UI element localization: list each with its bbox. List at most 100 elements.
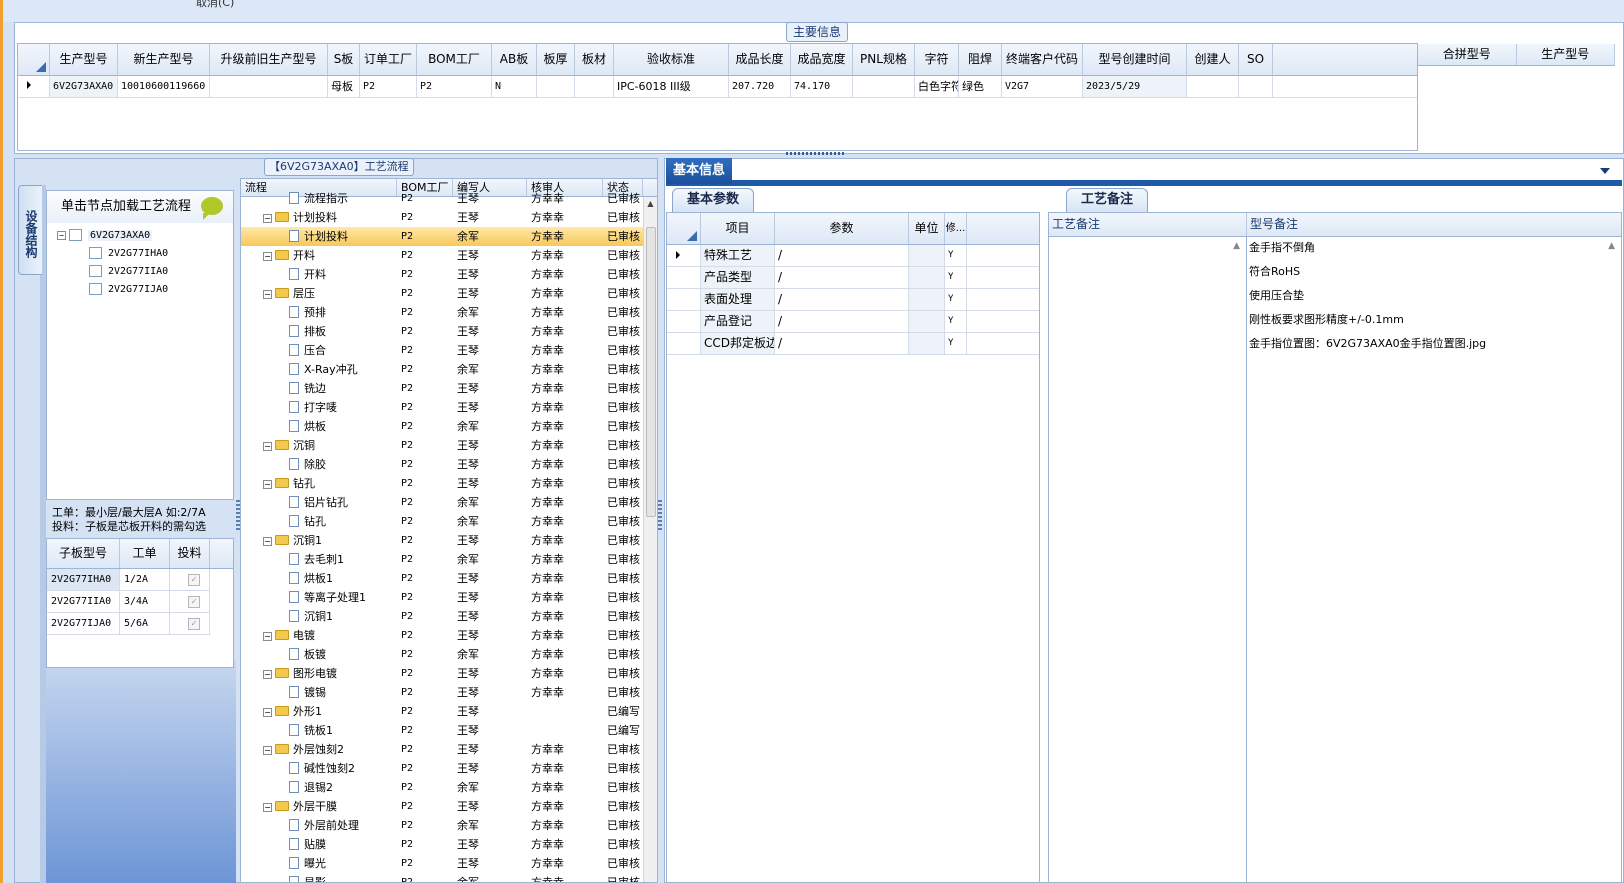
flow-bom-cell[interactable]: P2 bbox=[397, 474, 453, 493]
flow-name-cell[interactable]: X-Ray冲孔 bbox=[241, 360, 397, 379]
flow-reviewer-cell[interactable]: 方幸幸 bbox=[527, 360, 603, 379]
flow-reviewer-cell[interactable]: 方幸幸 bbox=[527, 740, 603, 759]
flow-status-cell[interactable]: 已审核 bbox=[603, 550, 643, 569]
sub-model-cell[interactable]: 2V2G77IHA0 bbox=[47, 569, 120, 591]
flow-bom-cell[interactable]: P2 bbox=[397, 854, 453, 873]
param-item-cell[interactable]: 特殊工艺 bbox=[701, 245, 775, 267]
param-row[interactable]: 特殊工艺 / Y bbox=[667, 245, 1039, 267]
flow-name-cell[interactable]: 烘板 bbox=[241, 417, 397, 436]
checkbox-icon[interactable] bbox=[69, 229, 82, 241]
flow-name-cell[interactable]: 打字唛 bbox=[241, 398, 397, 417]
tab-process-notes[interactable]: 工艺备注 bbox=[1066, 188, 1149, 212]
flow-bom-cell[interactable]: P2 bbox=[397, 398, 453, 417]
flow-reviewer-cell[interactable]: 方幸幸 bbox=[527, 683, 603, 702]
sub-model-cell[interactable]: 2V2G77IIA0 bbox=[47, 591, 120, 613]
param-item-cell[interactable]: 产品登记 bbox=[701, 311, 775, 333]
main-cell[interactable] bbox=[575, 76, 614, 98]
flow-reviewer-cell[interactable]: 方幸幸 bbox=[527, 208, 603, 227]
main-cell[interactable]: 10010600119660 bbox=[118, 76, 210, 98]
flow-status-cell[interactable]: 已编写 bbox=[603, 702, 643, 721]
flow-row[interactable]: − 图形电镀 P2 王琴 方幸幸 已审核 bbox=[241, 664, 657, 683]
flow-row[interactable]: 计划投料 P2 余军 方幸幸 已审核 bbox=[241, 227, 657, 246]
flow-status-cell[interactable]: 已审核 bbox=[603, 208, 643, 227]
param-unit-cell[interactable] bbox=[909, 333, 945, 355]
main-col-header[interactable]: 升级前旧生产型号 bbox=[210, 44, 328, 76]
flow-writer-cell[interactable]: 余军 bbox=[453, 493, 527, 512]
flow-row[interactable]: 铝片钻孔 P2 余军 方幸幸 已审核 bbox=[241, 493, 657, 512]
scroll-up-icon[interactable]: ▲ bbox=[644, 197, 657, 211]
flow-reviewer-cell[interactable]: 方幸幸 bbox=[527, 341, 603, 360]
flow-reviewer-cell[interactable]: 方幸幸 bbox=[527, 246, 603, 265]
flow-name-cell[interactable]: 等离子处理1 bbox=[241, 588, 397, 607]
flow-reviewer-cell[interactable]: 方幸幸 bbox=[527, 284, 603, 303]
flow-writer-cell[interactable]: 余军 bbox=[453, 227, 527, 246]
collapse-icon[interactable]: − bbox=[263, 441, 272, 451]
flow-name-cell[interactable]: 镀锡 bbox=[241, 683, 397, 702]
main-col-header[interactable]: 生产型号 bbox=[50, 44, 118, 76]
tree-root[interactable]: − 6V2G73AXA0 bbox=[57, 227, 233, 245]
flow-status-cell[interactable]: 已审核 bbox=[603, 417, 643, 436]
sub-check-cell[interactable]: ✓ bbox=[170, 613, 210, 635]
flow-bom-cell[interactable]: P2 bbox=[397, 550, 453, 569]
flow-writer-cell[interactable]: 王琴 bbox=[453, 683, 527, 702]
flow-row[interactable]: 退锡2 P2 余军 方幸幸 已审核 bbox=[241, 778, 657, 797]
param-value-cell[interactable]: / bbox=[775, 289, 909, 311]
flow-name-cell[interactable]: 排板 bbox=[241, 322, 397, 341]
flow-writer-cell[interactable]: 王琴 bbox=[453, 322, 527, 341]
tab-basic-info[interactable]: 基本信息 bbox=[666, 158, 732, 184]
main-info-row[interactable]: 6V2G73AXA0 10010600119660 母板 P2 P2 N IPC-6018 … bbox=[18, 76, 1417, 98]
flow-name-cell[interactable]: 压合 bbox=[241, 341, 397, 360]
flow-status-cell[interactable]: 已审核 bbox=[603, 455, 643, 474]
flow-row[interactable]: 等离子处理1 P2 王琴 方幸幸 已审核 bbox=[241, 588, 657, 607]
flow-reviewer-cell[interactable]: 方幸幸 bbox=[527, 265, 603, 284]
main-cell[interactable]: V2G7 bbox=[1002, 76, 1083, 98]
flow-status-cell[interactable]: 已审核 bbox=[603, 797, 643, 816]
flow-writer-cell[interactable]: 王琴 bbox=[453, 721, 527, 740]
flow-name-cell[interactable]: 铣边 bbox=[241, 379, 397, 398]
param-item-cell[interactable]: 表面处理 bbox=[701, 289, 775, 311]
param-row[interactable]: 产品登记 / Y bbox=[667, 311, 1039, 333]
flow-writer-cell[interactable]: 王琴 bbox=[453, 189, 527, 208]
flow-reviewer-cell[interactable]: 方幸幸 bbox=[527, 759, 603, 778]
main-cell[interactable]: P2 bbox=[417, 76, 492, 98]
flow-status-cell[interactable]: 已审核 bbox=[603, 531, 643, 550]
param-item-cell[interactable]: 产品类型 bbox=[701, 267, 775, 289]
flow-bom-cell[interactable]: P2 bbox=[397, 208, 453, 227]
row-indicator[interactable] bbox=[667, 333, 701, 355]
main-col-header[interactable]: 成品宽度 bbox=[791, 44, 853, 76]
flow-name-cell[interactable]: 钻孔 bbox=[241, 512, 397, 531]
flow-name-cell[interactable]: − 钻孔 bbox=[241, 474, 397, 493]
main-cell[interactable]: N bbox=[492, 76, 537, 98]
flow-row[interactable]: 沉铜1 P2 王琴 方幸幸 已审核 bbox=[241, 607, 657, 626]
flow-writer-cell[interactable]: 王琴 bbox=[453, 626, 527, 645]
sub-board-row[interactable]: 2V2G77IJA0 5/6A ✓ bbox=[47, 613, 233, 635]
flow-status-cell[interactable]: 已审核 bbox=[603, 284, 643, 303]
dropdown-arrow-icon[interactable] bbox=[1600, 168, 1610, 174]
tree-child[interactable]: 2V2G77IJA0 bbox=[57, 281, 233, 299]
main-col-header[interactable]: AB板 bbox=[492, 44, 537, 76]
param-mod-cell[interactable]: Y bbox=[945, 333, 967, 355]
flow-status-cell[interactable]: 已审核 bbox=[603, 246, 643, 265]
flow-reviewer-cell[interactable]: 方幸幸 bbox=[527, 379, 603, 398]
flow-reviewer-cell[interactable]: 方幸幸 bbox=[527, 417, 603, 436]
flow-reviewer-cell[interactable]: 方幸幸 bbox=[527, 398, 603, 417]
flow-writer-cell[interactable]: 余军 bbox=[453, 645, 527, 664]
flow-writer-cell[interactable]: 王琴 bbox=[453, 607, 527, 626]
param-col-header[interactable]: 修... bbox=[945, 213, 967, 244]
main-col-header[interactable]: 阻焊 bbox=[959, 44, 1002, 76]
flow-bom-cell[interactable]: P2 bbox=[397, 664, 453, 683]
main-cell[interactable]: 74.170 bbox=[791, 76, 853, 98]
param-mod-cell[interactable]: Y bbox=[945, 289, 967, 311]
flow-reviewer-cell[interactable]: 方幸幸 bbox=[527, 588, 603, 607]
collapse-icon[interactable]: − bbox=[263, 213, 272, 223]
main-col-header[interactable]: S板 bbox=[328, 44, 360, 76]
flow-name-cell[interactable]: − 沉铜1 bbox=[241, 531, 397, 550]
param-value-cell[interactable]: / bbox=[775, 333, 909, 355]
flow-bom-cell[interactable]: P2 bbox=[397, 816, 453, 835]
flow-row[interactable]: 贴膜 P2 王琴 方幸幸 已审核 bbox=[241, 835, 657, 854]
flow-bom-cell[interactable]: P2 bbox=[397, 740, 453, 759]
flow-writer-cell[interactable]: 王琴 bbox=[453, 759, 527, 778]
flow-row[interactable]: 去毛刺1 P2 余军 方幸幸 已审核 bbox=[241, 550, 657, 569]
flow-writer-cell[interactable]: 王琴 bbox=[453, 265, 527, 284]
splitter-handle[interactable] bbox=[658, 500, 662, 530]
